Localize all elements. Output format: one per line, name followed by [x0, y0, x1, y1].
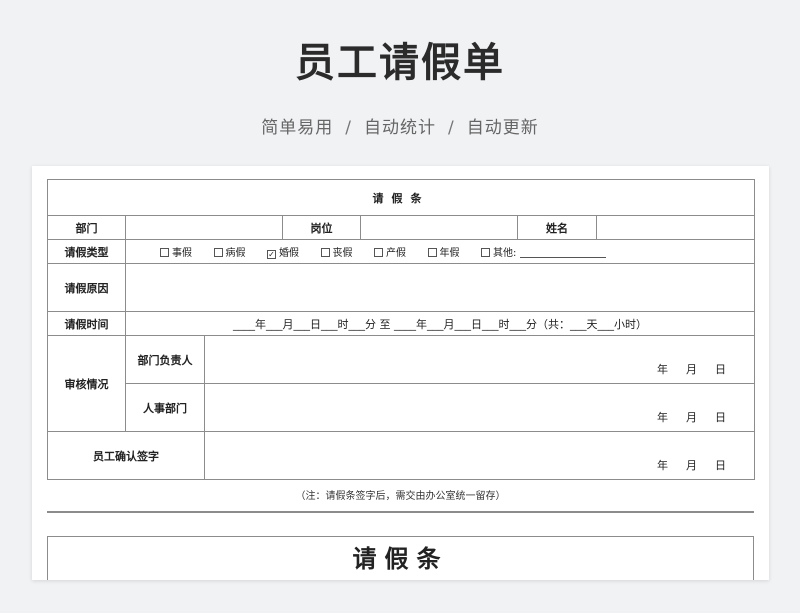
leave-type-option[interactable]: 病假	[213, 244, 246, 259]
subtitle-separator: /	[345, 118, 352, 138]
dept-head-sign-field[interactable]: 年月日	[203, 335, 756, 384]
page-title: 员工请假单	[295, 40, 505, 86]
checkbox-icon[interactable]	[481, 248, 490, 257]
reason-field[interactable]	[124, 263, 756, 312]
leave-form-copy: 请假条	[47, 536, 754, 580]
subtitle-part: 自动统计	[364, 118, 436, 138]
form-sheet: 请假条 部门 岗位 姓名 请假类型 事假 病假 ✓ 婚假 丧假 产假 年假 其他:…	[32, 166, 769, 580]
leave-type-options: 事假 病假 ✓ 婚假 丧假 产假 年假 其他:	[124, 239, 756, 264]
form-title: 请假条	[46, 179, 756, 216]
position-label: 岗位	[282, 215, 361, 240]
checkbox-icon[interactable]	[213, 248, 223, 257]
checkbox-icon[interactable]	[427, 248, 437, 257]
leave-type-option[interactable]: ✓ 婚假	[267, 244, 299, 259]
leave-form: 请假条 部门 岗位 姓名 请假类型 事假 病假 ✓ 婚假 丧假 产假 年假 其他:…	[46, 179, 756, 480]
department-label: 部门	[47, 215, 126, 240]
form-note: （注：请假条签字后，需交由办公室统一留存）	[295, 491, 506, 502]
leave-type-option-label: 年假	[439, 248, 460, 259]
leave-type-option[interactable]: 产假	[374, 244, 406, 259]
date-mark: 年月日	[657, 459, 727, 472]
checkbox-icon[interactable]	[374, 248, 383, 257]
cut-divider	[47, 511, 754, 513]
checkbox-checked-icon[interactable]: ✓	[267, 250, 276, 259]
time-field[interactable]: ____年___月___日___时___分 至 ____年___月___日___…	[124, 311, 756, 336]
name-label: 姓名	[517, 215, 597, 240]
hr-sign-field[interactable]: 年月日	[203, 383, 756, 432]
leave-type-option-label: 病假	[225, 248, 246, 259]
hr-dept-label: 人事部门	[125, 383, 205, 432]
department-field[interactable]	[125, 215, 283, 240]
employee-sign-label: 员工确认签字	[47, 431, 205, 480]
employee-sign-field[interactable]: 年月日	[203, 431, 756, 480]
subtitle: 简单易用 / 自动统计 / 自动更新	[0, 113, 800, 138]
other-input-line[interactable]	[520, 248, 607, 258]
dept-head-label: 部门负责人	[125, 335, 205, 384]
leave-type-option-label: 事假	[172, 248, 192, 259]
leave-type-option-label: 婚假	[279, 248, 299, 259]
reason-label: 请假原因	[47, 263, 126, 312]
leave-type-option[interactable]: 事假	[160, 244, 192, 259]
leave-type-option-label: 丧假	[332, 248, 353, 259]
leave-type-option-label: 其他:	[493, 248, 517, 259]
time-label: 请假时间	[47, 311, 126, 336]
checkbox-icon[interactable]	[320, 248, 330, 257]
leave-type-option[interactable]: 丧假	[320, 244, 353, 259]
name-field[interactable]	[595, 215, 756, 240]
review-label: 审核情况	[47, 335, 126, 432]
checkbox-icon[interactable]	[160, 248, 169, 257]
subtitle-part: 自动更新	[466, 118, 539, 138]
subtitle-separator: /	[448, 118, 455, 138]
leave-type-option[interactable]: 年假	[427, 244, 460, 259]
leave-type-label: 请假类型	[47, 239, 126, 264]
subtitle-part: 简单易用	[261, 118, 334, 138]
leave-type-option-other[interactable]: 其他:	[481, 244, 607, 259]
form-title: 请假条	[352, 545, 449, 573]
position-field[interactable]	[360, 215, 518, 240]
leave-type-option-label: 产假	[386, 248, 406, 259]
date-mark: 年月日	[657, 363, 727, 376]
date-mark: 年月日	[657, 411, 727, 424]
